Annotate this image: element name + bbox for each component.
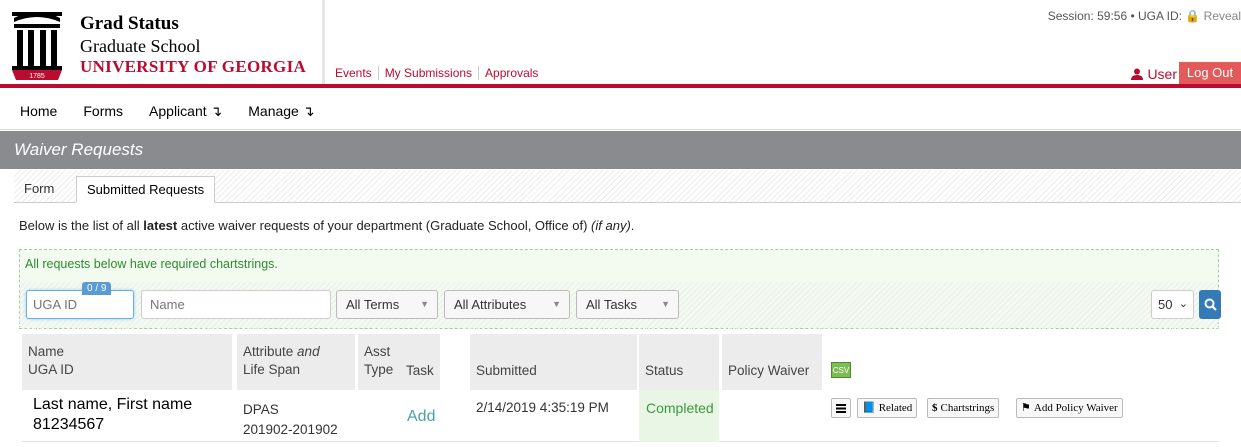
- session-text: Session: 59:56 • UGA ID:: [1047, 9, 1186, 23]
- brand-title: Grad Status: [80, 13, 179, 34]
- applicant-name: Last name, First name: [33, 396, 193, 413]
- th-task[interactable]: Task: [400, 334, 440, 390]
- user-label: User: [1147, 66, 1177, 82]
- alert-text: All requests below have required chartst…: [25, 257, 278, 271]
- brand-university: UNIVERSITY OF GEORGIA: [80, 57, 307, 76]
- attribute-cell: DPAS 201902-201902: [243, 402, 338, 437]
- nav-forms[interactable]: Forms: [70, 92, 136, 129]
- page-size-select[interactable]: 50 ⌄: [1151, 290, 1194, 319]
- description-text: Below is the list of all latest active w…: [19, 218, 635, 233]
- tab-form[interactable]: Form: [14, 176, 64, 203]
- reveal-link[interactable]: Reveal: [1204, 9, 1241, 23]
- book-icon: 📘: [862, 402, 876, 414]
- search-button[interactable]: [1199, 290, 1221, 319]
- status-badge: Completed: [639, 390, 719, 442]
- tasks-select[interactable]: All Tasks ▼: [576, 290, 679, 319]
- user-icon: [1131, 68, 1144, 80]
- site-header: 1785 Grad Status Graduate School UNIVERS…: [0, 0, 1241, 88]
- terms-select[interactable]: All Terms ▼: [336, 290, 438, 319]
- main-nav: Home Forms Applicant ↴ Manage ↴: [0, 92, 1241, 130]
- th-asst-type[interactable]: Asst Type: [358, 334, 400, 390]
- topnav-my-submissions-link[interactable]: My Submissions: [379, 66, 480, 80]
- th-attribute[interactable]: Attribute and Life Span: [237, 334, 355, 390]
- search-icon: [1204, 298, 1217, 311]
- brand-block[interactable]: 1785 Grad Status Graduate School UNIVERS…: [0, 0, 325, 84]
- nav-manage[interactable]: Manage ↴: [235, 92, 327, 129]
- dollar-icon: $: [932, 402, 938, 414]
- chevron-down-icon: ▼: [661, 299, 670, 309]
- nav-applicant[interactable]: Applicant ↴: [136, 92, 235, 129]
- tab-submitted-requests[interactable]: Submitted Requests: [76, 176, 216, 203]
- brand-subtitle: Graduate School: [80, 36, 201, 56]
- uga-arch-logo-icon: 1785: [8, 4, 66, 80]
- nav-home[interactable]: Home: [0, 92, 70, 129]
- chevron-down-icon: ▼: [552, 299, 561, 309]
- applicant-uga-id: 81234567: [33, 416, 105, 433]
- user-menu[interactable]: User: [1131, 66, 1177, 82]
- task-add-link[interactable]: Add: [407, 408, 435, 426]
- th-status[interactable]: Status: [639, 334, 719, 390]
- csv-export-icon[interactable]: CSV: [831, 362, 851, 378]
- uga-id-input[interactable]: [26, 290, 134, 319]
- attributes-select[interactable]: All Attributes ▼: [444, 290, 570, 319]
- chartstrings-button[interactable]: $ Chartstrings: [927, 398, 1000, 418]
- svg-text:1785: 1785: [29, 73, 45, 80]
- row-menu-button[interactable]: [831, 398, 851, 418]
- chevron-down-icon: ⌄: [1178, 298, 1188, 310]
- submitted-cell: 2/14/2019 4:35:19 PM: [476, 400, 609, 415]
- th-submitted[interactable]: Submitted: [470, 334, 637, 390]
- flag-icon: ⚑: [1021, 402, 1031, 414]
- session-info: Session: 59:56 • UGA ID: 🔒 Reveal: [1048, 9, 1241, 23]
- th-policy-waiver[interactable]: Policy Waiver: [722, 334, 822, 390]
- lock-icon: 🔒: [1185, 9, 1201, 23]
- name-input[interactable]: [141, 290, 331, 319]
- page-title: Waiver Requests: [0, 131, 1241, 169]
- top-nav: Events My Submissions Approvals: [335, 66, 544, 80]
- uga-id-counter-badge: 0 / 9: [82, 282, 112, 295]
- add-policy-waiver-button[interactable]: ⚑ Add Policy Waiver: [1016, 398, 1123, 418]
- tab-strip: Form Submitted Requests: [14, 170, 1241, 203]
- hamburger-icon: [836, 403, 846, 413]
- filter-bar: 0 / 9 All Terms ▼ All Attributes ▼ All T…: [19, 282, 1221, 329]
- name-cell: Last name, First name 81234567: [22, 390, 232, 442]
- chevron-down-icon: ▼: [420, 299, 429, 309]
- th-name[interactable]: Name UGA ID: [22, 334, 232, 390]
- topnav-approvals-link[interactable]: Approvals: [479, 66, 544, 80]
- related-button[interactable]: 📘 Related: [857, 398, 918, 418]
- table-header: Name UGA ID Attribute and Life Span Asst…: [22, 334, 1219, 390]
- logout-button[interactable]: Log Out: [1179, 62, 1241, 84]
- topnav-events-link[interactable]: Events: [335, 66, 379, 80]
